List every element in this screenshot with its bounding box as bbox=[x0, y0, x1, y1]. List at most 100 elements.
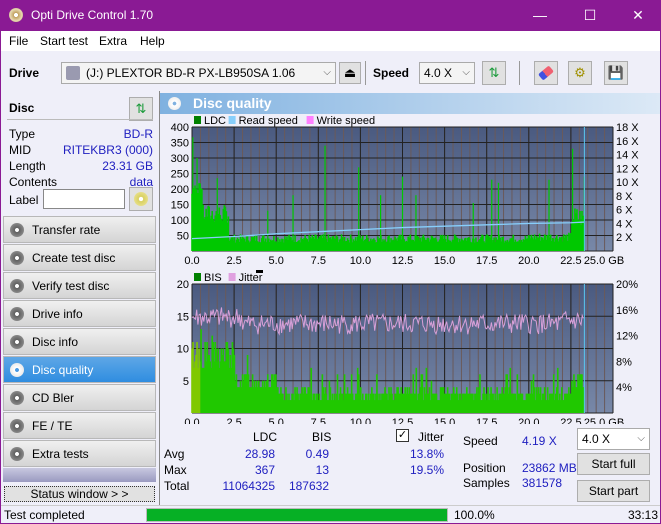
nav-transfer-rate[interactable]: Transfer rate bbox=[3, 216, 156, 243]
nav-cd-bler[interactable]: CD Bler bbox=[3, 384, 156, 411]
max-jitter: 19.5% bbox=[409, 463, 444, 477]
main-panel: Disc quality LDC Read speed Write speed 0.0… bbox=[159, 91, 660, 505]
cd-bler-icon bbox=[10, 391, 24, 405]
nav-extra-tests[interactable]: Extra tests bbox=[3, 440, 156, 467]
disc-row-mid: MID RITEKBR3 (000) bbox=[9, 143, 153, 157]
drive-select[interactable]: (J:) PLEXTOR BD-R PX-LB950SA 1.06 ⌵ bbox=[61, 62, 336, 84]
refresh-button[interactable]: ⇅ bbox=[482, 61, 506, 85]
legend-marker bbox=[256, 270, 263, 273]
nav-spacer bbox=[3, 468, 156, 482]
legend-swatch bbox=[228, 116, 236, 124]
col-ldc-header: LDC bbox=[253, 430, 278, 444]
nav-label: Verify test disc bbox=[32, 279, 110, 293]
status-text: Test completed bbox=[4, 508, 85, 522]
disc-length-label: Length bbox=[9, 159, 46, 173]
fe-te-icon bbox=[10, 419, 24, 433]
menu-extra[interactable]: Extra bbox=[99, 34, 127, 48]
y-tick-label: 100 bbox=[171, 215, 189, 227]
nav-create-test-disc[interactable]: Create test disc bbox=[3, 244, 156, 271]
y2-tick-label: 16 X bbox=[616, 136, 639, 148]
avg-label: Avg bbox=[164, 447, 185, 461]
nav-label: Drive info bbox=[32, 307, 83, 321]
x-tick-label: 5.0 bbox=[269, 417, 284, 424]
disc-row-length: Length 23.31 GB bbox=[9, 159, 153, 173]
start-full-button[interactable]: Start full bbox=[577, 453, 650, 475]
total-ldc: 11064325 bbox=[222, 479, 276, 493]
y2-tick-label: 2 X bbox=[616, 232, 633, 244]
maximize-button[interactable]: ☐ bbox=[570, 4, 610, 26]
disc-mid-label: MID bbox=[9, 143, 31, 157]
stats-panel: LDC BIS ✓ Jitter Avg 28.98 0.49 13.8% Ma… bbox=[160, 424, 660, 504]
total-bis: 187632 bbox=[288, 479, 329, 493]
start-part-button[interactable]: Start part bbox=[577, 480, 650, 502]
create-disc-icon bbox=[10, 251, 24, 265]
toolbar-divider bbox=[519, 61, 520, 85]
status-bar: Test completed 100.0% 33:13 bbox=[1, 505, 660, 523]
drive-icon bbox=[66, 66, 80, 80]
window-title: Opti Drive Control 1.70 bbox=[31, 8, 154, 22]
x-tick-label: 10.0 bbox=[350, 255, 371, 267]
x-tick-label: 20.0 bbox=[518, 255, 539, 267]
y2-tick-label: 20% bbox=[616, 279, 638, 291]
x-tick-label: 2.5 bbox=[226, 417, 241, 424]
disc-type-label: Type bbox=[9, 127, 36, 141]
disc-row-type: Type BD-R bbox=[9, 127, 153, 141]
chevron-down-icon: ⌵ bbox=[462, 67, 470, 78]
avg-bis: 0.49 bbox=[305, 447, 329, 461]
x-tick-label: 12.5 bbox=[392, 255, 413, 267]
y2-tick-label: 18 X bbox=[616, 122, 639, 134]
x-tick-label: 5.0 bbox=[269, 255, 284, 267]
nav-drive-info[interactable]: Drive info bbox=[3, 300, 156, 327]
disc-label-button[interactable] bbox=[129, 187, 153, 211]
y2-tick-label: 12% bbox=[616, 331, 638, 343]
x-tick-label: 25.0 GB bbox=[584, 255, 624, 267]
y-tick-label: 350 bbox=[171, 138, 189, 150]
x-tick-label: 15.0 bbox=[434, 255, 455, 267]
disc-refresh-button[interactable]: ⇅ bbox=[129, 97, 153, 121]
y2-tick-label: 8 X bbox=[616, 191, 633, 203]
position-label: Position bbox=[463, 461, 506, 475]
nav-disc-info[interactable]: Disc info bbox=[3, 328, 156, 355]
app-disc-icon bbox=[9, 8, 23, 22]
y-tick-label: 20 bbox=[177, 279, 189, 291]
eject-button[interactable]: ⏏ bbox=[339, 62, 361, 84]
speed-value: 4.19 X bbox=[522, 434, 557, 448]
nav-verify-test-disc[interactable]: Verify test disc bbox=[3, 272, 156, 299]
erase-button[interactable] bbox=[534, 61, 558, 85]
minimize-button[interactable]: — bbox=[520, 4, 560, 26]
x-tick-label: 20.0 bbox=[518, 417, 539, 424]
jitter-header: Jitter bbox=[418, 430, 445, 444]
close-button[interactable]: ✕ bbox=[618, 4, 658, 26]
menu-bar: File Start test Extra Help bbox=[1, 31, 660, 51]
disc-mid-value: RITEKBR3 (000) bbox=[62, 143, 153, 157]
speed-select[interactable]: 4.0 X ⌵ bbox=[419, 62, 475, 84]
speed-label: Speed bbox=[463, 434, 498, 448]
legend-swatch bbox=[306, 116, 314, 124]
jitter-checkbox[interactable]: ✓ bbox=[396, 429, 409, 442]
x-tick-label: 2.5 bbox=[226, 255, 241, 267]
legend-label: BIS bbox=[204, 272, 222, 284]
test-speed-select[interactable]: 4.0 X ⌵ bbox=[577, 428, 650, 450]
menu-help[interactable]: Help bbox=[140, 34, 165, 48]
save-icon: 💾 bbox=[607, 65, 625, 80]
verify-disc-icon bbox=[10, 279, 24, 293]
eject-icon: ⏏ bbox=[343, 65, 357, 80]
legend-label: Write speed bbox=[317, 115, 376, 127]
disc-divider bbox=[7, 119, 153, 120]
disc-length-value: 23.31 GB bbox=[102, 159, 153, 173]
save-button[interactable]: 💾 bbox=[604, 61, 628, 85]
legend-label: LDC bbox=[204, 115, 226, 127]
menu-file[interactable]: File bbox=[9, 34, 28, 48]
status-window-button[interactable]: Status window > > bbox=[4, 486, 155, 502]
menu-start-test[interactable]: Start test bbox=[40, 34, 88, 48]
avg-jitter: 13.8% bbox=[409, 447, 444, 461]
samples-label: Samples bbox=[463, 476, 510, 490]
settings-button[interactable]: ⚙ bbox=[568, 61, 592, 85]
x-tick-label: 25.0 GB bbox=[584, 417, 624, 424]
x-tick-label: 17.5 bbox=[476, 417, 497, 424]
legend-swatch bbox=[228, 273, 236, 281]
disc-label-input[interactable] bbox=[43, 189, 125, 209]
nav-fe-te[interactable]: FE / TE bbox=[3, 412, 156, 439]
y2-tick-label: 8% bbox=[616, 356, 632, 368]
nav-disc-quality[interactable]: Disc quality bbox=[3, 356, 156, 383]
